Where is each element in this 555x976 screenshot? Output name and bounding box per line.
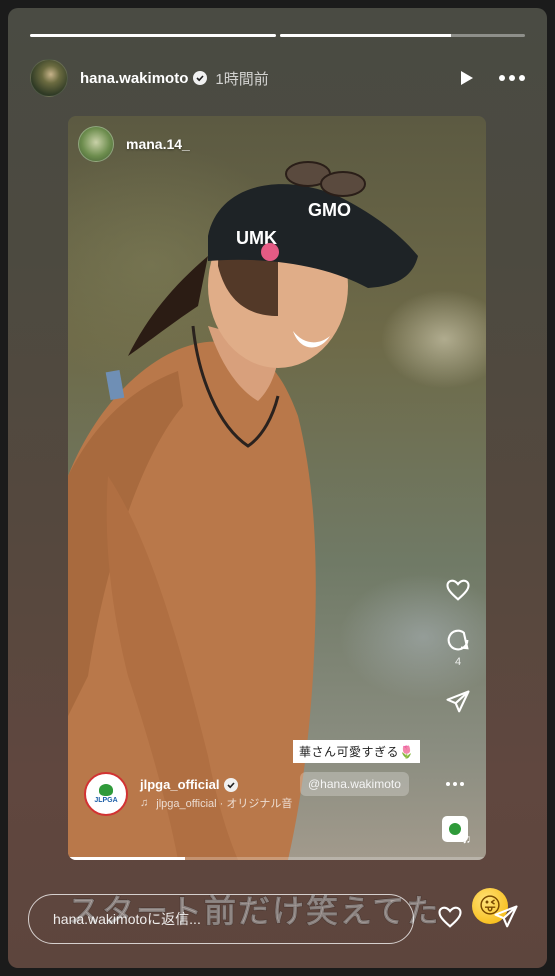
caption-sticker: 華さん可愛すぎる🌷 (293, 740, 421, 763)
mention-sticker[interactable]: @hana.wakimoto (300, 772, 409, 796)
story-timestamp: 1時間前 (215, 70, 269, 88)
music-note-icon: ♫ (140, 797, 149, 809)
reel-author-name[interactable]: jlpga_official (140, 777, 219, 792)
more-options-icon[interactable] (499, 75, 525, 81)
send-icon[interactable] (492, 903, 520, 931)
story-progress (30, 34, 525, 37)
reel-side-actions: 4 (444, 576, 472, 716)
verified-badge-icon (224, 777, 239, 792)
story-username[interactable]: hana.wakimoto (80, 70, 188, 87)
reel-author: JLPGA jlpga_official ♫ jlpga_official · … (84, 772, 292, 816)
jlpga-logo-icon[interactable]: JLPGA (84, 772, 128, 816)
reply-input[interactable] (28, 894, 414, 944)
logo-text: JLPGA (94, 797, 118, 804)
reel-photo: UMK GMO (68, 161, 418, 860)
music-note-icon: ♫ (462, 832, 471, 846)
verified-badge-icon (193, 71, 208, 85)
reel-more-icon[interactable] (446, 782, 464, 786)
shared-reel[interactable]: UMK GMO mana.14_ 4 華さん可愛すぎる🌷 @hana.wakim (68, 116, 486, 860)
story-header: hana.wakimoto 1時間前 (30, 56, 525, 100)
comment-count: 4 (454, 656, 462, 668)
reply-actions (436, 903, 520, 931)
avatar[interactable] (30, 59, 68, 97)
reel-username[interactable]: mana.14_ (126, 136, 190, 152)
audio-label[interactable]: jlpga_official · オリジナル音 (156, 795, 292, 811)
progress-segment-2 (279, 34, 525, 37)
heart-icon[interactable] (444, 576, 472, 604)
reel-progress (68, 857, 486, 860)
reel-avatar[interactable] (78, 126, 114, 162)
story-viewer[interactable]: hana.wakimoto 1時間前 UMK GMO mana.14_ 4 華さ… (8, 8, 547, 968)
share-icon[interactable] (444, 688, 472, 716)
play-icon[interactable] (457, 69, 475, 87)
progress-segment-1 (30, 34, 276, 37)
svg-text:GMO: GMO (308, 200, 351, 220)
reel-header: mana.14_ (78, 126, 190, 162)
comment-icon[interactable] (444, 626, 472, 654)
heart-icon[interactable] (436, 903, 464, 931)
